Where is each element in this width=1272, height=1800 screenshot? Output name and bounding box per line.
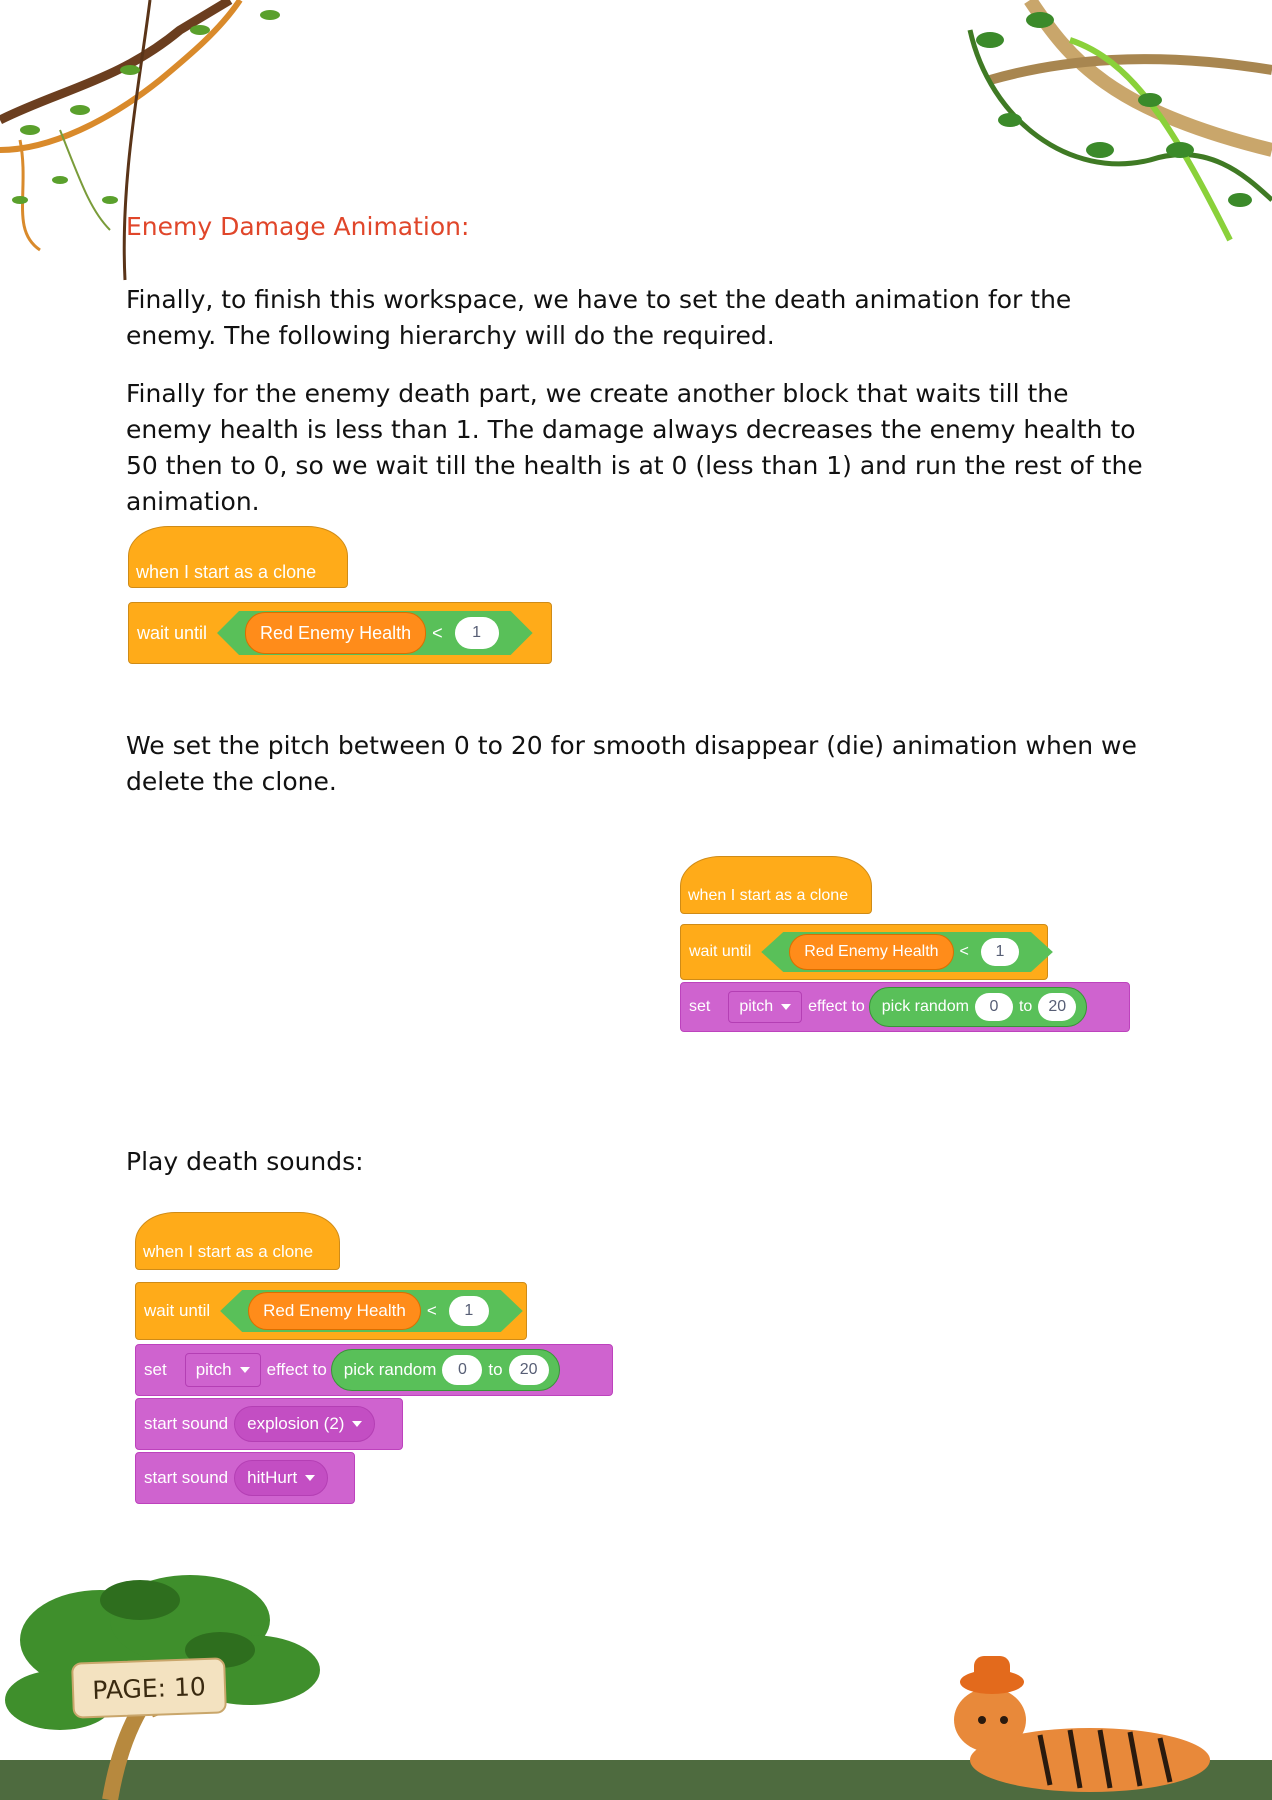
sound-dropdown-label: hitHurt	[247, 1468, 298, 1487]
sound-dropdown-2[interactable]: hitHurt	[234, 1460, 329, 1496]
vine-top-right-decoration	[967, 0, 1272, 242]
effect-dropdown-label: pitch	[195, 1360, 232, 1379]
variable-reporter[interactable]: Red Enemy Health	[245, 612, 426, 654]
chevron-down-icon	[239, 1367, 250, 1373]
value-input[interactable]: 1	[981, 938, 1019, 966]
vine-top-left-decoration	[0, 0, 280, 281]
hat-block[interactable]: when I start as a clone	[680, 870, 870, 922]
section-heading: Enemy Damage Animation:	[126, 212, 470, 241]
lt-symbol: <	[959, 943, 969, 960]
effect-dropdown[interactable]: pitch	[728, 991, 803, 1023]
hat-label: when I start as a clone	[136, 561, 317, 582]
paragraph-death-part: Finally for the enemy death part, we cre…	[126, 379, 1143, 516]
random-max-input[interactable]: 20	[508, 1355, 549, 1385]
hat-label: when I start as a clone	[688, 887, 849, 904]
chevron-down-icon	[781, 1004, 792, 1010]
wait-label: wait until	[689, 943, 752, 960]
lt-symbol: <	[432, 622, 443, 643]
value-input[interactable]: 1	[449, 1296, 489, 1326]
hat-block[interactable]: when I start as a clone	[128, 544, 346, 600]
effect-to-label: effect to	[266, 1360, 327, 1379]
start-sound-label: start sound	[144, 1468, 229, 1487]
to-label: to	[1018, 998, 1033, 1015]
wait-label: wait until	[137, 622, 208, 643]
less-than-operator[interactable]: Red Enemy Health < 1	[761, 932, 1053, 972]
effect-dropdown[interactable]: pitch	[184, 1353, 261, 1387]
chevron-down-icon	[352, 1421, 363, 1427]
start-sound-label: start sound	[144, 1414, 229, 1433]
wait-until-block[interactable]: wait until Red Enemy Health < 1	[135, 1282, 527, 1340]
paragraph-intro: Finally, to finish this workspace, we ha…	[126, 285, 1072, 350]
script-wait-until: when I start as a clone wait until Red E…	[128, 526, 558, 666]
set-effect-block[interactable]: set pitch effect to pick random 0 to 20	[680, 982, 1130, 1032]
effect-to-label: effect to	[808, 998, 865, 1015]
sound-dropdown-label: explosion (2)	[247, 1414, 345, 1433]
random-min-input[interactable]: 0	[442, 1355, 483, 1385]
sound-dropdown-1[interactable]: explosion (2)	[234, 1406, 376, 1442]
pick-random-block[interactable]: pick random 0 to 20	[330, 1349, 560, 1391]
set-label: set	[689, 998, 711, 1015]
wait-until-block[interactable]: wait until Red Enemy Health < 1	[128, 602, 552, 664]
start-sound-block-2[interactable]: start sound hitHurt	[135, 1452, 355, 1504]
wait-until-block[interactable]: wait until Red Enemy Health < 1	[680, 924, 1048, 980]
paragraph-pitch: We set the pitch between 0 to 20 for smo…	[126, 731, 1137, 796]
random-max-input[interactable]: 20	[1038, 993, 1077, 1021]
variable-reporter[interactable]: Red Enemy Health	[248, 1292, 421, 1330]
script-set-pitch: when I start as a clone wait until Red E…	[680, 856, 1130, 1036]
less-than-operator[interactable]: Red Enemy Health < 1	[220, 1290, 523, 1332]
random-min-input[interactable]: 0	[974, 993, 1013, 1021]
value-input[interactable]: 1	[455, 617, 499, 649]
less-than-operator[interactable]: Red Enemy Health < 1	[217, 611, 533, 655]
tiger-decoration	[954, 1656, 1210, 1792]
pick-random-label: pick random	[881, 998, 969, 1015]
set-effect-block[interactable]: set pitch effect to pick random 0 to 20	[135, 1344, 613, 1396]
hat-block[interactable]: when I start as a clone	[135, 1226, 338, 1278]
variable-reporter[interactable]: Red Enemy Health	[789, 934, 953, 970]
wait-label: wait until	[144, 1301, 211, 1320]
to-label: to	[488, 1360, 503, 1379]
set-label: set	[144, 1360, 167, 1379]
hat-label: when I start as a clone	[143, 1242, 314, 1261]
chevron-down-icon	[305, 1475, 316, 1481]
play-death-sounds-label: Play death sounds:	[126, 1147, 364, 1176]
pick-random-label: pick random	[343, 1360, 437, 1379]
page-number-badge: PAGE: 10	[71, 1657, 227, 1719]
start-sound-block-1[interactable]: start sound explosion (2)	[135, 1398, 403, 1450]
lt-symbol: <	[426, 1301, 437, 1320]
pick-random-block[interactable]: pick random 0 to 20	[868, 987, 1088, 1027]
effect-dropdown-label: pitch	[739, 998, 774, 1015]
script-death-sounds: when I start as a clone wait until Red E…	[135, 1212, 615, 1508]
